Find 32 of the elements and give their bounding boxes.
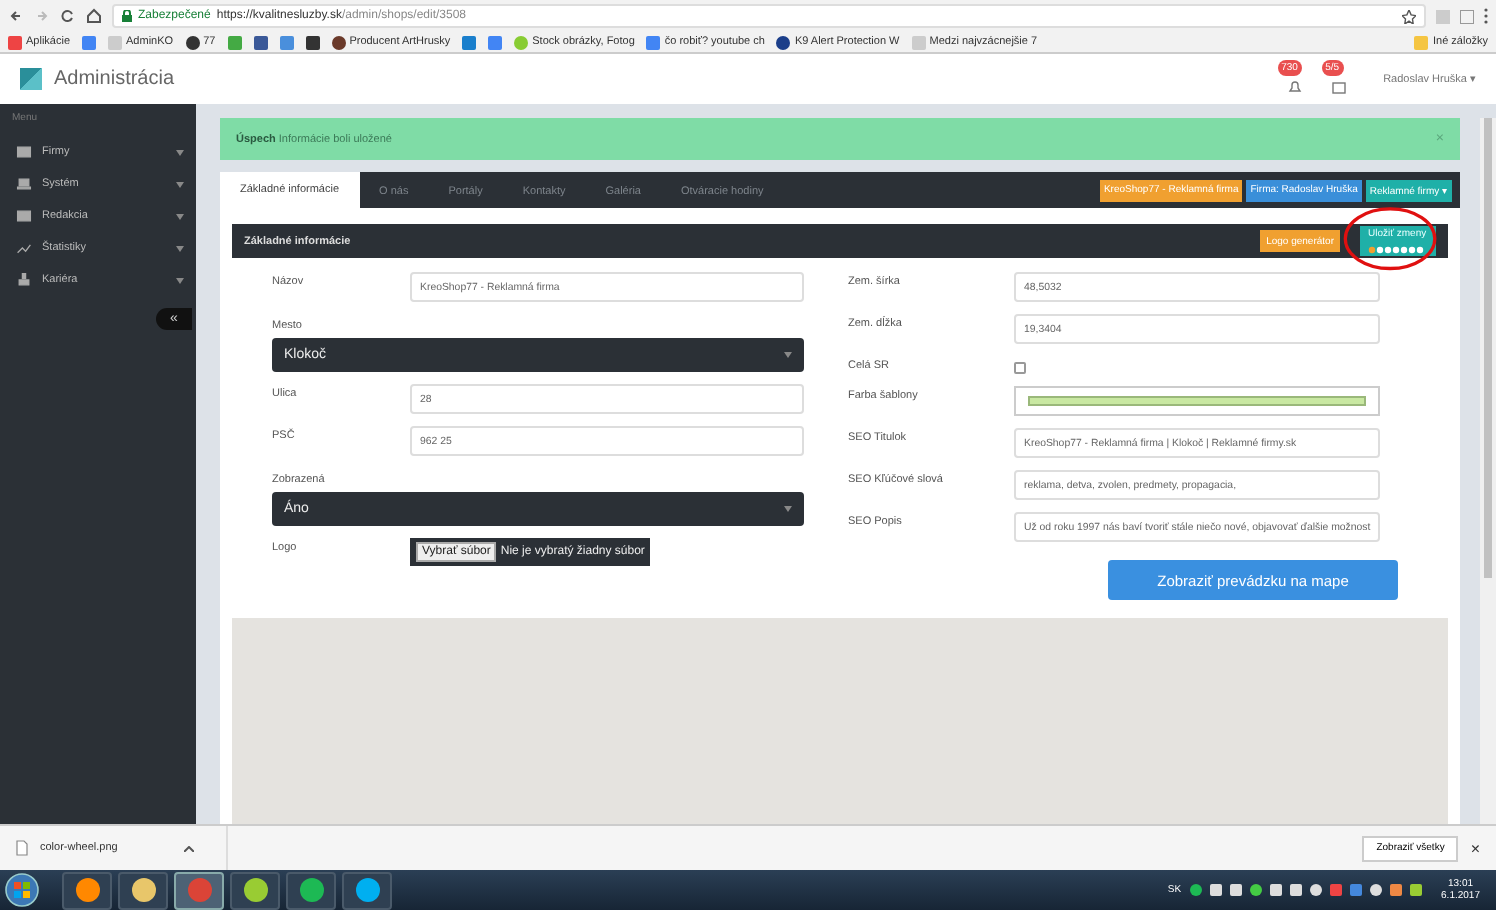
- taskbar-app[interactable]: [62, 871, 112, 909]
- taskbar-app[interactable]: [118, 871, 168, 909]
- taskbar-app[interactable]: [230, 871, 280, 909]
- star-icon[interactable]: [1402, 9, 1416, 23]
- scrollbar[interactable]: [1480, 118, 1496, 824]
- caret-icon: [784, 506, 792, 512]
- caret-icon: [176, 181, 184, 187]
- taskbar-app[interactable]: [286, 871, 336, 909]
- mail-icon[interactable]: [1332, 81, 1347, 93]
- caret-icon: [176, 245, 184, 251]
- caret-icon[interactable]: [184, 845, 194, 851]
- caret-icon: [176, 149, 184, 155]
- taskbar-app[interactable]: [342, 871, 392, 909]
- laptop-icon: [16, 176, 32, 192]
- bell-icon[interactable]: [1288, 79, 1303, 93]
- taskbar-app[interactable]: [174, 871, 224, 909]
- chart-icon: [16, 240, 32, 256]
- home-icon[interactable]: [86, 8, 102, 24]
- reload-icon[interactable]: [60, 8, 76, 24]
- caret-icon: [784, 352, 792, 358]
- logo-icon: [20, 68, 42, 90]
- start-icon[interactable]: [4, 872, 40, 908]
- checkbox[interactable]: [1014, 362, 1026, 374]
- loading-dots-icon: [1368, 246, 1428, 254]
- caret-icon: [176, 213, 184, 219]
- close-button[interactable]: ×: [1470, 839, 1480, 857]
- file-icon: [16, 840, 28, 856]
- app-title: Administrácia: [54, 68, 177, 90]
- lock-icon: [122, 10, 132, 22]
- back-icon[interactable]: [8, 8, 24, 24]
- color-field[interactable]: [1014, 386, 1380, 416]
- caret-icon: [176, 277, 184, 283]
